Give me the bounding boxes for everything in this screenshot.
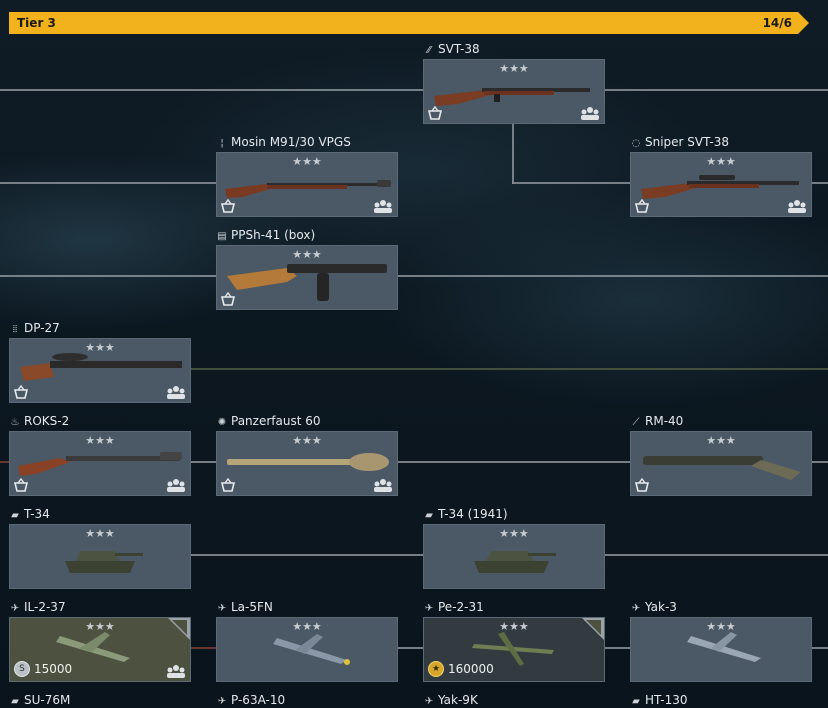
shop-icon[interactable]	[427, 106, 443, 120]
plane-image	[687, 632, 761, 662]
machine-gun-image	[20, 353, 182, 381]
unit-name: Pe-2-31	[438, 600, 484, 614]
tank-icon: ▰	[11, 510, 19, 521]
silver-coin-icon: S	[14, 661, 30, 677]
rifle-image	[225, 180, 391, 198]
shop-icon[interactable]	[634, 478, 650, 492]
tank-icon: ▰	[11, 696, 19, 707]
shop-icon[interactable]	[13, 478, 29, 492]
unit-name: Panzerfaust 60	[231, 414, 321, 428]
unit-name: Mosin M91/30 VPGS	[231, 135, 351, 149]
plane-icon: ✈	[631, 603, 641, 614]
connector-line	[0, 182, 216, 184]
scope-icon: ◌	[631, 138, 641, 149]
plane-icon: ✈	[217, 603, 227, 614]
rifle-image	[641, 175, 799, 199]
launcher-image	[227, 453, 389, 471]
connector-line	[512, 182, 630, 184]
connector-line	[0, 275, 216, 277]
plane-icon: ✈	[217, 696, 227, 707]
unit-name: T-34 (1941)	[438, 507, 508, 521]
tier-label: Tier 3	[17, 16, 56, 30]
squad-icon	[581, 107, 599, 120]
connector-line	[512, 124, 514, 184]
mortar-icon: ⟋	[632, 417, 640, 428]
tier-count: 14/6	[762, 16, 792, 30]
explosive-icon: ✺	[217, 417, 227, 428]
mortar-image	[643, 456, 801, 480]
tank-icon: ▰	[632, 696, 640, 707]
unit-name: SVT-38	[438, 42, 480, 56]
plane-icon: ✈	[10, 603, 20, 614]
unit-name: Yak-9K	[438, 693, 478, 707]
connector-line	[191, 647, 216, 649]
gold-coin-icon: ★	[428, 661, 444, 677]
rifle-icon: ⁄⁄	[427, 45, 431, 56]
rifle-image	[434, 88, 590, 106]
connector-line	[605, 89, 828, 91]
unit-name: HT-130	[645, 693, 688, 707]
squad-icon	[788, 200, 806, 213]
unit-name: IL-2-37	[24, 600, 66, 614]
plane-icon: ✈	[424, 696, 434, 707]
unit-name: P-63A-10	[231, 693, 286, 707]
unit-name: ROKS-2	[24, 414, 70, 428]
tank-image	[474, 551, 556, 573]
smg-icon: ▤	[217, 231, 227, 242]
flamethrower-image	[18, 452, 182, 476]
squad-icon	[167, 479, 185, 492]
connector-line	[191, 554, 423, 556]
connector-line	[812, 461, 828, 463]
unit-name: Sniper SVT-38	[645, 135, 729, 149]
squad-icon	[374, 200, 392, 213]
tank-icon: ▰	[425, 510, 433, 521]
connector-line	[605, 554, 828, 556]
unit-name: T-34	[24, 507, 50, 521]
squad-icon	[374, 479, 392, 492]
unit-name: La-5FN	[231, 600, 273, 614]
unit-price: 15000	[34, 662, 73, 676]
plane-icon: ✈	[424, 603, 434, 614]
unit-name: PPSh-41 (box)	[231, 228, 316, 242]
tier-header-bar: Tier 3 14/6	[9, 12, 809, 34]
unit-name: RM-40	[645, 414, 684, 428]
connector-line	[0, 89, 423, 91]
connector-line	[398, 647, 423, 649]
connector-line	[0, 461, 9, 463]
squad-icon	[167, 386, 185, 399]
smg-image	[227, 264, 387, 301]
shop-icon[interactable]	[220, 478, 236, 492]
unit-name: DP-27	[24, 321, 60, 335]
connector-line	[398, 461, 630, 463]
machine-gun-icon: ⦙⦙	[12, 324, 18, 335]
connector-line	[812, 182, 828, 184]
connector-line	[191, 461, 216, 463]
unit-name: Yak-3	[645, 600, 677, 614]
connector-line	[812, 647, 828, 649]
squad-icon	[167, 665, 185, 678]
unit-price: 160000	[448, 662, 494, 676]
unit-name: SU-76M	[24, 693, 71, 707]
flamethrower-icon: ♨	[10, 417, 20, 428]
connector-line	[605, 647, 630, 649]
plane-image	[273, 634, 350, 665]
shop-icon[interactable]	[634, 199, 650, 213]
shop-icon[interactable]	[220, 199, 236, 213]
tank-image	[65, 551, 143, 573]
connector-line	[398, 275, 828, 277]
connector-line	[191, 368, 828, 370]
shop-icon[interactable]	[13, 385, 29, 399]
bolt-action-icon: ¦	[220, 138, 224, 149]
shop-icon[interactable]	[220, 292, 236, 306]
